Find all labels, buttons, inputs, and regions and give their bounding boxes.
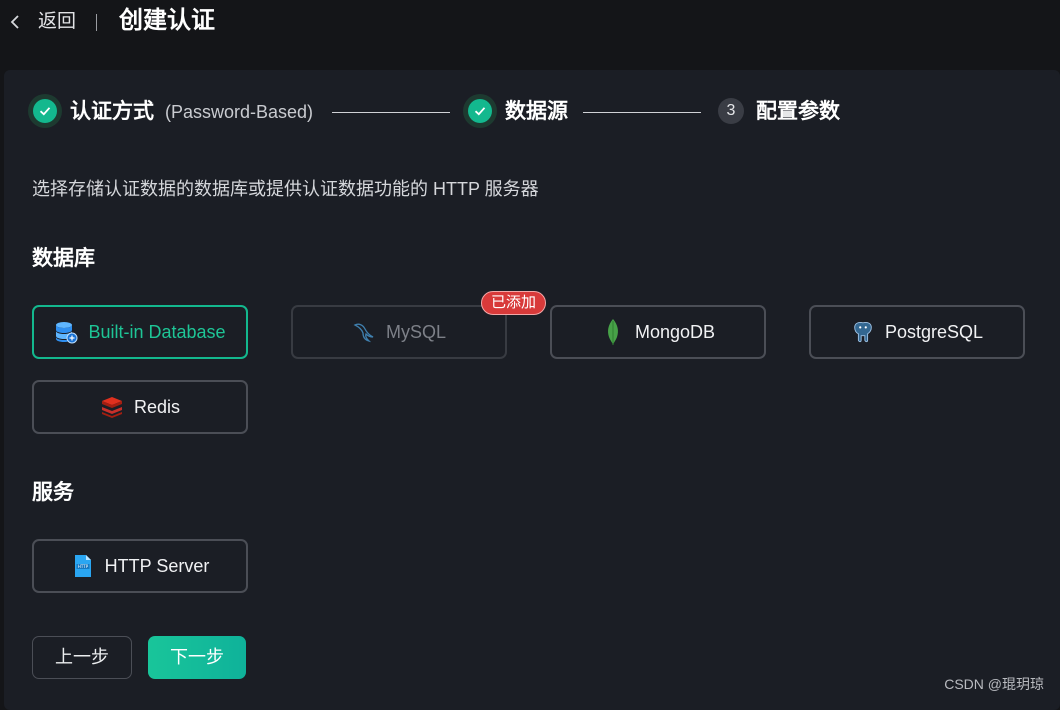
description: 选择存储认证数据的数据库或提供认证数据功能的 HTTP 服务器 bbox=[32, 179, 539, 199]
divider bbox=[96, 14, 97, 31]
step-done-icon bbox=[28, 94, 62, 128]
mysql-dolphin-icon bbox=[352, 320, 376, 344]
http-file-icon: HTTP bbox=[71, 554, 95, 578]
option-redis[interactable]: Redis bbox=[32, 380, 248, 434]
top-bar: 返回 创建认证 bbox=[0, 0, 1060, 70]
page-title: 创建认证 bbox=[119, 7, 215, 34]
option-label: HTTP Server bbox=[104, 555, 210, 576]
option-label: MongoDB bbox=[634, 321, 716, 342]
option-label: MySQL bbox=[385, 321, 446, 342]
next-step-button[interactable]: 下一步 bbox=[148, 636, 246, 679]
option-label: PostgreSQL bbox=[884, 321, 984, 342]
step-connector bbox=[583, 112, 701, 113]
postgresql-elephant-icon bbox=[851, 320, 875, 344]
step-3-number: 3 bbox=[718, 98, 744, 124]
watermark: CSDN @琨玥琼 bbox=[944, 676, 1044, 692]
prev-step-button[interactable]: 上一步 bbox=[32, 636, 132, 679]
option-postgresql[interactable]: PostgreSQL bbox=[809, 305, 1025, 359]
step-2-title: 数据源 bbox=[505, 100, 568, 123]
option-label: Redis bbox=[133, 396, 181, 417]
step-done-icon bbox=[463, 94, 497, 128]
option-builtin-database[interactable]: Built-in Database bbox=[32, 305, 248, 359]
back-link[interactable]: 返回 bbox=[38, 11, 76, 33]
option-mysql[interactable]: MySQL bbox=[291, 305, 507, 359]
option-mongodb[interactable]: MongoDB bbox=[550, 305, 766, 359]
step-1-subtitle: (Password-Based) bbox=[165, 102, 314, 122]
option-label: Built-in Database bbox=[88, 321, 226, 342]
database-icon bbox=[54, 320, 78, 344]
chevron-left-icon[interactable] bbox=[8, 11, 22, 33]
step-3-title: 配置参数 bbox=[756, 100, 840, 123]
step-1-title: 认证方式 bbox=[70, 100, 154, 123]
section-title-database: 数据库 bbox=[32, 247, 95, 270]
mongodb-leaf-icon bbox=[601, 319, 625, 345]
section-title-service: 服务 bbox=[32, 481, 74, 504]
step-connector bbox=[332, 112, 450, 113]
svg-text:HTTP: HTTP bbox=[78, 564, 89, 569]
option-http-server[interactable]: HTTP HTTP Server bbox=[32, 539, 248, 593]
redis-cube-icon bbox=[100, 395, 124, 419]
added-badge: 已添加 bbox=[481, 291, 547, 315]
